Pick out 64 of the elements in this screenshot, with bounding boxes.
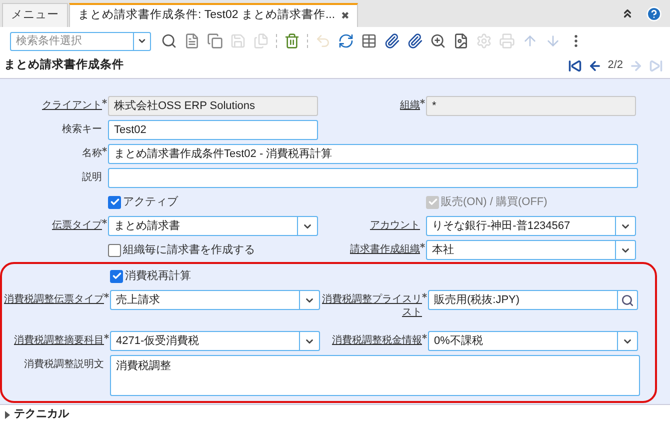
search-icon[interactable] — [161, 33, 177, 49]
input-field[interactable] — [108, 168, 638, 188]
new-icon[interactable] — [184, 33, 200, 49]
record-counter: 2/2 — [608, 58, 623, 74]
search-field[interactable]: 検索条件選択 — [10, 32, 134, 50]
paperclip-icon[interactable] — [407, 33, 423, 49]
dropdown-button[interactable] — [298, 216, 318, 236]
checkbox[interactable] — [108, 244, 121, 256]
first-record-icon[interactable] — [568, 58, 582, 72]
expand-icon — [5, 410, 10, 418]
readonly-field: * — [426, 96, 636, 116]
field-label: 消費税調整説明文 — [24, 358, 104, 371]
field-label[interactable]: アカウント — [370, 216, 420, 232]
close-icon[interactable]: ✖ — [341, 8, 350, 24]
collapse-icon[interactable] — [621, 7, 634, 20]
field-label: 説明 — [82, 170, 102, 184]
paperclip-icon[interactable] — [384, 33, 400, 49]
checkbox-label: 組織毎に請求書を作成する — [123, 242, 255, 258]
tab[interactable]: まとめ請求書作成条件: Test02 まとめ請求書作... ✖ — [69, 3, 358, 27]
field-label[interactable]: 消費税調整伝票タイプ — [4, 290, 104, 306]
field-label: 名称 — [82, 147, 102, 160]
dropdown-field[interactable]: 売上請求 — [110, 290, 300, 310]
window-title: まとめ請求書作成条件 — [4, 57, 124, 73]
field-label: 検索キー — [62, 122, 102, 136]
zoom-icon[interactable] — [430, 33, 446, 49]
dropdown-button[interactable] — [616, 240, 636, 260]
dropdown-field[interactable]: 0%不課税 — [428, 331, 618, 351]
checkbox[interactable] — [108, 196, 121, 208]
dropdown-field[interactable]: 4271-仮受消費税 — [110, 331, 300, 351]
dropdown-field[interactable]: 本社 — [426, 240, 616, 260]
checkbox-label: 消費税再計算 — [125, 268, 191, 284]
dropdown-button[interactable] — [300, 331, 320, 351]
field-label[interactable]: 請求書作成組織 — [350, 240, 420, 256]
search-field[interactable]: 販売用(税抜:JPY) — [428, 290, 618, 310]
report-icon[interactable] — [453, 33, 469, 49]
text-area[interactable]: 消費税調整 — [110, 355, 640, 396]
dropdown-field[interactable]: りそな銀行-神田-普1234567 — [426, 216, 616, 236]
checkbox[interactable] — [110, 270, 123, 282]
dropdown-button[interactable] — [300, 290, 320, 310]
help-icon[interactable] — [646, 6, 662, 22]
field-label[interactable]: 伝票タイプ — [52, 216, 102, 232]
readonly-field: 株式会社OSS ERP Solutions — [108, 96, 318, 116]
field-label[interactable]: 組織 — [400, 96, 420, 112]
caret-icon — [137, 36, 147, 46]
input-field[interactable]: Test02 — [108, 120, 318, 140]
field-label[interactable]: 消費税調整プライスリスト — [320, 290, 422, 319]
dropdown-button[interactable] — [134, 32, 151, 50]
dropdown-field[interactable]: まとめ請求書 — [108, 216, 298, 236]
copy-icon[interactable] — [207, 33, 223, 49]
dropdown-button[interactable] — [616, 216, 636, 236]
field-label[interactable]: 消費税調整税金情報 — [332, 331, 422, 347]
tab[interactable]: メニュー — [2, 3, 68, 27]
field-label[interactable]: 消費税調整摘要科目 — [14, 331, 104, 347]
refresh-icon[interactable] — [338, 33, 354, 49]
search-icon — [621, 294, 634, 306]
search-button[interactable] — [618, 290, 638, 310]
trash-icon[interactable] — [284, 33, 300, 49]
previous-record-icon[interactable] — [588, 58, 602, 72]
dropdown-button[interactable] — [618, 331, 638, 351]
grid-icon[interactable] — [361, 33, 377, 49]
input-field[interactable]: まとめ請求書作成条件Test02 - 消費税再計算 — [108, 144, 638, 164]
checkbox-label: 販売(ON) / 購買(OFF) — [441, 194, 548, 210]
field-label[interactable]: クライアント — [42, 96, 102, 112]
checkbox-label: アクティブ — [123, 194, 178, 210]
